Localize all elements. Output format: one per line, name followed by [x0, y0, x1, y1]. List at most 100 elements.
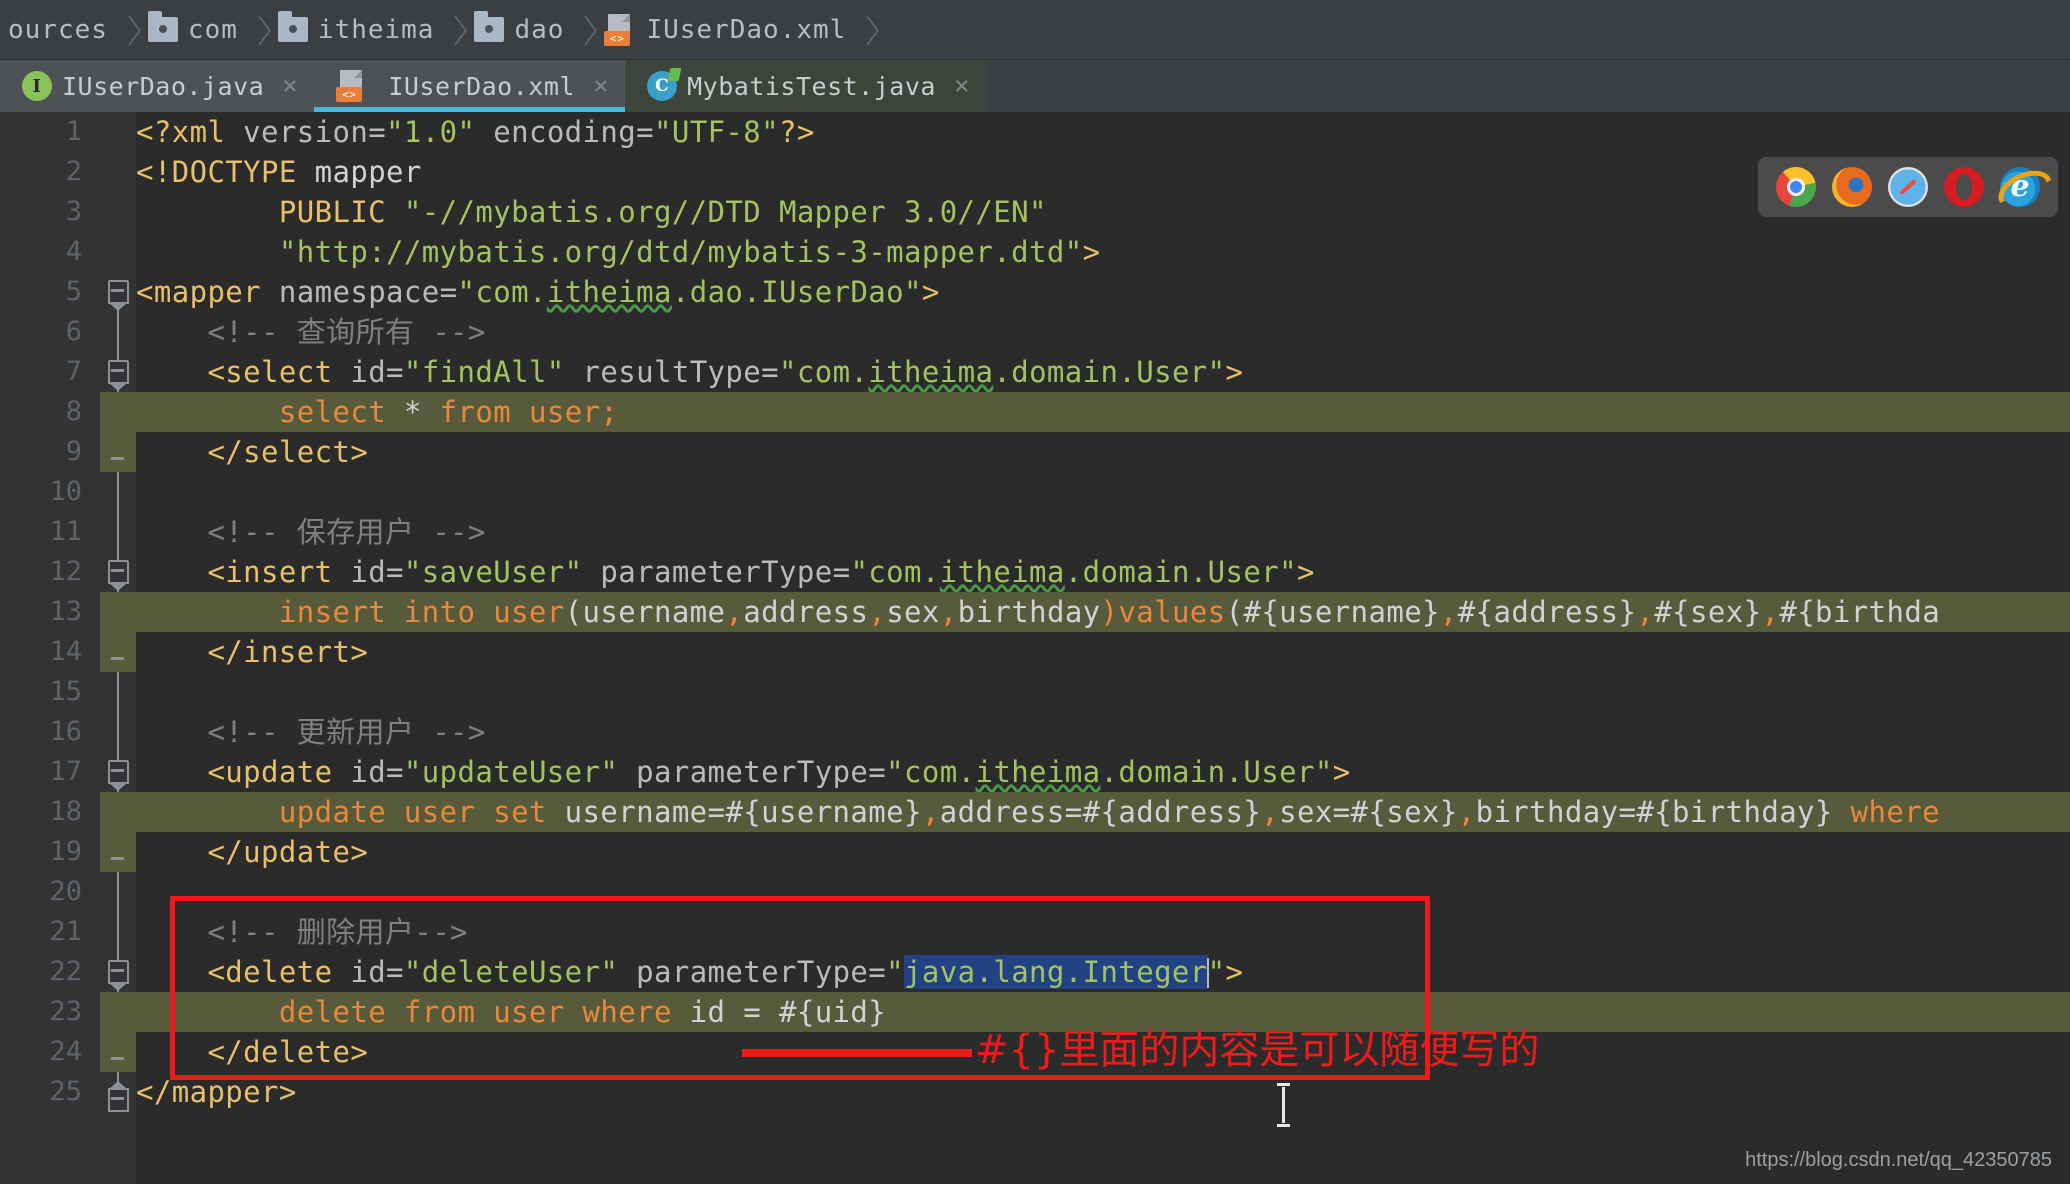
selected-text[interactable]: java.lang.Integer	[904, 955, 1208, 989]
breadcrumb-item-dao[interactable]: dao	[466, 0, 574, 59]
tok: "findAll"	[403, 355, 565, 389]
line-number: 5	[65, 276, 82, 307]
fold-toggle-mapper-end[interactable]	[108, 1081, 129, 1112]
tok: .domain.User"	[1100, 755, 1333, 789]
code-line-17[interactable]: <update id="updateUser" parameterType="c…	[136, 752, 2070, 792]
code-line-25[interactable]: </mapper>	[136, 1072, 2070, 1112]
line-number: 9	[65, 436, 82, 467]
tok: delete from user where	[278, 995, 672, 1029]
tok: </mapper>	[136, 1075, 297, 1109]
code-line-10[interactable]	[136, 472, 2070, 512]
code-line-11[interactable]: <!-- 保存用户 -->	[136, 512, 2070, 552]
code-text-area[interactable]: <?xml version="1.0" encoding="UTF-8"?> <…	[100, 112, 2070, 1184]
fold-toggle-insert[interactable]	[108, 560, 129, 591]
opera-icon[interactable]	[1944, 167, 1984, 207]
tok	[136, 235, 279, 269]
tok: ,	[1761, 595, 1780, 629]
code-line-1[interactable]: <?xml version="1.0" encoding="UTF-8"?>	[136, 112, 2070, 152]
breadcrumb-item-itheima[interactable]: itheima	[270, 0, 445, 59]
breadcrumb-item-resources[interactable]: ources	[0, 0, 118, 59]
fold-toggle-update[interactable]	[108, 760, 129, 791]
tok: itheima	[546, 275, 672, 309]
code-line-18[interactable]: update user set username=#{username},add…	[100, 792, 2070, 832]
tok: <insert	[136, 555, 333, 589]
code-line-8[interactable]: select * from user;	[100, 392, 2070, 432]
tab-bar-empty-space	[986, 60, 2070, 112]
internet-explorer-icon[interactable]: e	[2000, 167, 2040, 207]
tok: ,	[921, 795, 940, 829]
line-number: 12	[49, 556, 82, 587]
tab-iuserdao-java[interactable]: I IUserDao.java ×	[0, 60, 315, 112]
line-number: 13	[49, 596, 82, 627]
chrome-icon[interactable]	[1776, 167, 1816, 207]
code-line-13[interactable]: insert into user(username,address,sex,bi…	[100, 592, 2070, 632]
folder-icon	[147, 11, 178, 42]
tok: </update>	[136, 835, 369, 869]
ide-window: ources com itheima dao <> IUserDao.xml I…	[0, 0, 2070, 1184]
tok: ,	[1261, 795, 1280, 829]
close-icon[interactable]: ×	[954, 73, 970, 99]
tok: *	[386, 395, 440, 429]
breadcrumb-item-iuserdao-xml[interactable]: <> IUserDao.xml	[596, 0, 856, 59]
tok: <select	[136, 355, 333, 389]
tok: "http://mybatis.org/dtd/mybatis-3-mapper…	[278, 235, 1083, 269]
code-line-9[interactable]: </select>	[100, 432, 2070, 472]
tab-iuserdao-xml[interactable]: <> IUserDao.xml ×	[314, 60, 626, 112]
line-number: 3	[65, 196, 82, 227]
tok: namespace=	[261, 275, 458, 309]
code-line-21[interactable]: <!-- 删除用户-->	[136, 912, 2070, 952]
tok: itheima	[975, 755, 1101, 789]
code-line-22[interactable]: <delete id="deleteUser" parameterType="j…	[136, 952, 2070, 992]
code-line-7[interactable]: <select id="findAll" resultType="com.ith…	[136, 352, 2070, 392]
firefox-icon[interactable]	[1832, 167, 1872, 207]
editor-tab-bar: I IUserDao.java × <> IUserDao.xml × C My…	[0, 60, 2070, 112]
browser-launcher-bar: e	[1758, 157, 2058, 217]
tok: ,	[725, 595, 744, 629]
fold-toggle-delete[interactable]	[108, 960, 129, 991]
tok: ,	[939, 595, 958, 629]
fold-toggle-mapper[interactable]	[108, 280, 129, 311]
close-icon[interactable]: ×	[282, 73, 298, 99]
code-line-19[interactable]: </update>	[100, 832, 2070, 872]
breadcrumb-label: ources	[8, 14, 108, 45]
code-line-12[interactable]: <insert id="saveUser" parameterType="com…	[136, 552, 2070, 592]
tok: #{sex}	[1654, 595, 1762, 629]
xml-file-icon: <>	[336, 70, 368, 102]
tok: >	[1225, 955, 1244, 989]
code-line-6[interactable]: <!-- 查询所有 -->	[136, 312, 2070, 352]
watermark: https://blog.csdn.net/qq_42350785	[1745, 1149, 2052, 1171]
breadcrumb-item-com[interactable]: com	[140, 0, 248, 59]
tok: <!DOCTYPE	[136, 155, 297, 189]
code-line-20[interactable]	[136, 872, 2070, 912]
tok: itheima	[868, 355, 994, 389]
code-line-16[interactable]: <!-- 更新用户 -->	[136, 712, 2070, 752]
code-editor[interactable]: 1 2 3 4 5 6 7 8 9 10 11 12 13 14 15 16 1…	[0, 112, 2070, 1184]
tok: "	[886, 955, 905, 989]
line-number: 11	[49, 516, 82, 547]
close-icon[interactable]: ×	[593, 73, 609, 99]
tok: values	[1118, 595, 1226, 629]
tok: encoding=	[475, 115, 654, 149]
tab-label: MybatisTest.java	[687, 71, 936, 101]
code-line-14[interactable]: </insert>	[100, 632, 2070, 672]
safari-icon[interactable]	[1888, 167, 1928, 207]
java-class-icon: C	[647, 71, 678, 101]
tab-mybatistest-java[interactable]: C MybatisTest.java ×	[625, 60, 987, 112]
mouse-ibeam-cursor	[1277, 1083, 1290, 1127]
tok	[136, 395, 279, 429]
tok: address	[743, 595, 869, 629]
code-line-5[interactable]: <mapper namespace="com.itheima.dao.IUser…	[136, 272, 2070, 312]
tok: "com.	[886, 755, 976, 789]
tok	[136, 595, 279, 629]
tok: "com.	[779, 355, 869, 389]
fold-toggle-select[interactable]	[108, 360, 129, 391]
line-number: 18	[49, 796, 82, 827]
breadcrumb-label: dao	[514, 14, 565, 45]
tok: "1.0"	[386, 115, 476, 149]
tok: >	[1296, 555, 1315, 589]
tok: sex=#{sex}	[1279, 795, 1458, 829]
tok: .dao.IUserDao"	[671, 275, 922, 309]
code-line-4[interactable]: "http://mybatis.org/dtd/mybatis-3-mapper…	[136, 232, 2070, 272]
folder-icon	[474, 11, 505, 42]
code-line-15[interactable]	[136, 672, 2070, 712]
